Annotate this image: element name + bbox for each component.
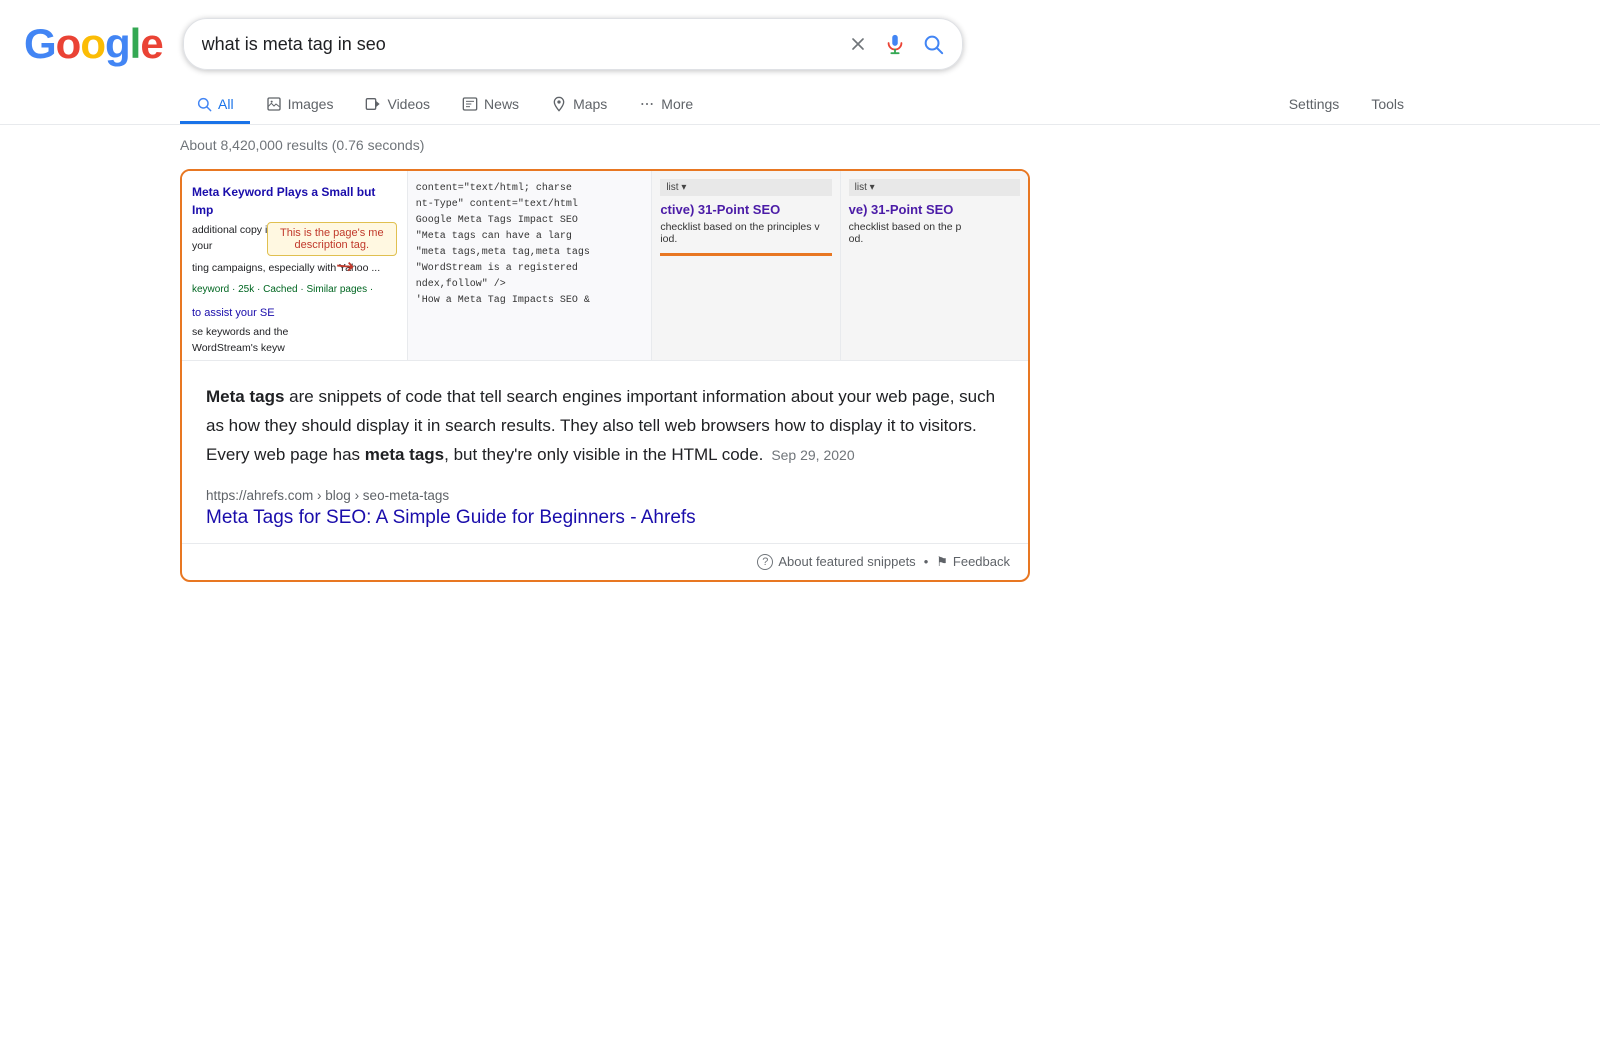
code-line-8: 'How a Meta Tag Impacts SEO & (416, 293, 644, 309)
nav-more-label: More (661, 96, 693, 112)
search-bar: what is meta tag in seo (183, 18, 963, 70)
snippet-col-1: Meta Keyword Plays a Small but Imp addit… (182, 171, 408, 360)
search-submit-button[interactable] (922, 33, 944, 55)
snippet-date: Sep 29, 2020 (771, 447, 854, 463)
navbar: All Images Videos (0, 84, 1600, 125)
snippet-footer: ? About featured snippets • ⚑ Feedback (182, 543, 1028, 580)
col3-body2: iod. (660, 233, 831, 245)
nav-all-label: All (218, 96, 234, 112)
bold2: meta tags (365, 445, 444, 464)
col4-body: checklist based on the p (849, 221, 1020, 233)
snippet-col-2: content="text/html; charse nt-Type" cont… (408, 171, 653, 360)
col1-desc4: WordStream's keyw (192, 341, 397, 357)
col3-content: list ▾ ctive) 31-Point SEO checklist bas… (652, 171, 839, 264)
nav-images-label: Images (288, 96, 334, 112)
nav-item-images[interactable]: Images (250, 84, 350, 124)
feedback-button[interactable]: ⚑ Feedback (936, 554, 1010, 570)
flag-icon: ⚑ (936, 554, 948, 570)
logo-o2: o (80, 20, 105, 68)
code-line-4: "Meta tags can have a larg (416, 229, 644, 245)
nav-maps-label: Maps (573, 96, 607, 112)
search-icons (848, 33, 944, 55)
code-line-2: nt-Type" content="text/html (416, 197, 644, 213)
about-label: About featured snippets (778, 554, 915, 569)
snippet-source: https://ahrefs.com › blog › seo-meta-tag… (182, 482, 1028, 543)
maps-nav-icon (551, 96, 567, 112)
nav-item-news[interactable]: News (446, 84, 535, 124)
nav-item-more[interactable]: More (623, 84, 709, 124)
orange-bar (660, 253, 831, 256)
col1-link2[interactable]: to assist your SE (192, 305, 397, 322)
col3-title: ctive) 31-Point SEO (660, 202, 831, 217)
col1-title-bold: Meta Keyword (192, 185, 273, 199)
nav-right: Settings Tools (1273, 84, 1420, 124)
tooltip-text: This is the page's medescription tag. (280, 227, 384, 251)
voice-search-button[interactable] (884, 33, 906, 55)
col3-body: checklist based on the principles v (660, 221, 831, 233)
code-line-3: Google Meta Tags Impact SEO (416, 213, 644, 229)
snippet-description: Meta tags are snippets of code that tell… (182, 361, 1028, 482)
snippet-images: Meta Keyword Plays a Small but Imp addit… (182, 171, 1028, 361)
desc-part2: , but they're only visible in the HTML c… (444, 445, 763, 464)
code-line-5: "meta tags,meta tag,meta tags (416, 245, 644, 261)
nav-settings-label: Settings (1289, 96, 1340, 112)
code-line-1: content="text/html; charse (416, 181, 644, 197)
google-logo: G o o g l e (24, 20, 163, 68)
news-nav-icon (462, 96, 478, 112)
nav-tools[interactable]: Tools (1355, 84, 1420, 124)
code-line-7: ndex,follow" /> (416, 277, 644, 293)
logo-l: l (130, 20, 141, 68)
clear-button[interactable] (848, 34, 868, 54)
bold1: Meta tags (206, 387, 284, 406)
search-input[interactable]: what is meta tag in seo (202, 34, 834, 55)
source-title[interactable]: Meta Tags for SEO: A Simple Guide for Be… (206, 507, 696, 528)
col4-content: list ▾ ve) 31-Point SEO checklist based … (841, 171, 1028, 253)
col1-desc2: ting campaigns, especially with Yahoo ..… (192, 261, 397, 277)
footer-dot: • (924, 554, 929, 569)
help-icon: ? (757, 554, 773, 570)
logo-e: e (140, 20, 162, 68)
nav-news-label: News (484, 96, 519, 112)
nav-videos-label: Videos (387, 96, 430, 112)
code-line-6: "WordStream is a registered (416, 261, 644, 277)
col1-desc3: se keywords and the (192, 325, 397, 341)
more-nav-icon (639, 96, 655, 112)
logo-g1: G (24, 20, 56, 68)
snippet-col-3: list ▾ ctive) 31-Point SEO checklist bas… (652, 171, 840, 360)
nav-settings[interactable]: Settings (1273, 84, 1356, 124)
col4-body2: od. (849, 233, 1020, 245)
col4-title: ve) 31-Point SEO (849, 202, 1020, 217)
images-nav-icon (266, 96, 282, 112)
results-count: About 8,420,000 results (0.76 seconds) (180, 137, 1420, 153)
col2-code: content="text/html; charse nt-Type" cont… (408, 171, 652, 319)
logo-g2: g (105, 20, 130, 68)
source-url: https://ahrefs.com › blog › seo-meta-tag… (206, 488, 1004, 503)
about-featured-snippets[interactable]: ? About featured snippets (757, 554, 915, 570)
nav-item-maps[interactable]: Maps (535, 84, 623, 124)
snippet-col-4: list ▾ ve) 31-Point SEO checklist based … (841, 171, 1028, 360)
col1-meta: keyword · 25k · Cached · Similar pages · (192, 282, 397, 297)
nav-tools-label: Tools (1371, 96, 1404, 112)
results-area: About 8,420,000 results (0.76 seconds) M… (0, 125, 1600, 594)
nav-item-videos[interactable]: Videos (349, 84, 446, 124)
header: G o o g l e what is meta tag in seo (0, 0, 1600, 80)
col4-header: list ▾ (849, 179, 1020, 196)
search-nav-icon (196, 96, 212, 112)
nav-item-all[interactable]: All (180, 84, 250, 124)
feedback-label: Feedback (953, 554, 1010, 569)
featured-snippet: Meta Keyword Plays a Small but Imp addit… (180, 169, 1030, 582)
videos-nav-icon (365, 96, 381, 112)
logo-o1: o (56, 20, 81, 68)
col3-header: list ▾ (660, 179, 831, 196)
col1-title: Meta Keyword Plays a Small but Imp (192, 183, 397, 219)
tooltip-box: This is the page's medescription tag. (267, 222, 397, 256)
